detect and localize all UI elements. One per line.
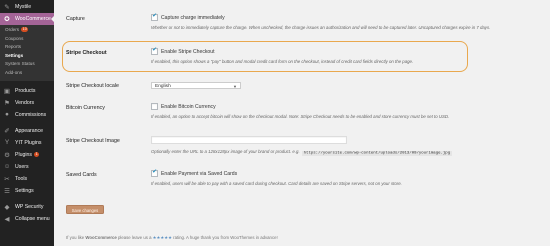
locale-selected-value: English [155, 84, 171, 89]
menu-label: YIT Plugins [15, 139, 42, 146]
submenu-item-add-ons[interactable]: Add-ons [0, 69, 54, 78]
chevron-down-icon: ▼ [233, 84, 237, 89]
checkout-image-description: Optionally enter the URL to a 128x128px … [151, 149, 453, 156]
save-changes-button[interactable]: Save changes [66, 205, 104, 214]
menu-label: Products [15, 87, 36, 94]
menu-label: Mystile [15, 4, 32, 10]
menu-item-products[interactable]: ▣ Products [0, 85, 54, 97]
menu-label: WP Security [15, 203, 44, 210]
collapse-menu-button[interactable]: ◀ Collapse menu [0, 213, 54, 225]
submenu-item-settings[interactable]: Settings [0, 52, 54, 61]
menu-label: Collapse menu [15, 215, 50, 222]
menu-item-woocommerce[interactable]: ✪ WooCommerce [0, 13, 54, 25]
paint-icon: ✎ [4, 4, 10, 11]
checkout-image-example-url: https://yoursite.com/wp-content/uploads/… [301, 150, 453, 156]
stripe-checkout-checkbox[interactable]: ✔ [151, 46, 158, 55]
menu-item-users[interactable]: ☺ Users [0, 161, 54, 173]
plugins-icon: ⚙ [4, 151, 10, 159]
capture-description: Whether or not to immediately capture th… [151, 25, 491, 30]
products-icon: ▣ [3, 87, 11, 95]
plugins-update-badge: 1 [34, 152, 40, 158]
capture-label: Capture [66, 16, 85, 22]
menu-item-commissions[interactable]: ● Commissions [0, 109, 54, 121]
menu-item-tools[interactable]: ✂ Tools [0, 173, 54, 185]
stripe-checkout-control: ✔ Enable Stripe Checkout [151, 46, 215, 55]
menu-label: Settings [15, 187, 34, 194]
menu-item-wp-security[interactable]: ◆ WP Security [0, 201, 54, 213]
locale-select[interactable]: English ▼ [151, 82, 241, 89]
vendors-icon: ⚑ [4, 99, 10, 107]
menu-item-settings[interactable]: ☰ Settings [0, 185, 54, 197]
capture-checkbox[interactable]: ✔ [151, 12, 158, 21]
bitcoin-checkbox-label[interactable]: Enable Bitcoin Currency [161, 104, 216, 110]
footer-text: rating. A huge thank you from WooThemes … [173, 235, 278, 240]
checkout-image-help-text: Optionally enter the URL to a 128x128px … [151, 149, 300, 154]
menu-item-vendors[interactable]: ⚑ Vendors [0, 97, 54, 109]
submenu-label: Orders [5, 27, 20, 32]
menu-item-mystile[interactable]: ✎ Mystile [0, 1, 54, 13]
saved-cards-checkbox-label[interactable]: Enable Payment via Saved Cards [161, 171, 237, 177]
highlight-outline [62, 41, 468, 72]
appearance-icon: ✐ [4, 127, 10, 135]
shield-icon: ◆ [4, 203, 10, 211]
stripe-checkout-checkbox-label[interactable]: Enable Stripe Checkout [161, 49, 215, 55]
bitcoin-description: If enabled, an option to accept bitcoin … [151, 114, 450, 119]
rating-stars-link[interactable]: ★★★★★ [153, 235, 172, 240]
checkout-image-label: Stripe Checkout Image [66, 138, 120, 144]
menu-item-plugins[interactable]: ⚙ Plugins 1 [0, 149, 54, 161]
checkmark-icon: ✔ [152, 12, 157, 19]
footer-text: please leave us a [118, 235, 152, 240]
checkmark-icon: ✔ [152, 168, 157, 175]
woocommerce-submenu: Orders 10 Coupons Reports Settings System… [0, 25, 54, 81]
bitcoin-label: Bitcoin Currency [66, 105, 105, 111]
saved-cards-checkbox[interactable]: ✔ [151, 168, 158, 177]
capture-checkbox-label[interactable]: Capture charge immediately [161, 15, 225, 21]
saved-cards-description: If enabled, users will be able to pay wi… [151, 181, 402, 186]
locale-label: Stripe Checkout locale [66, 83, 119, 89]
stripe-checkout-label: Stripe Checkout [66, 50, 107, 56]
settings-content: Capture ✔ Capture charge immediately Whet… [54, 0, 550, 246]
bitcoin-control: Enable Bitcoin Currency [151, 102, 216, 110]
submenu-item-reports[interactable]: Reports [0, 43, 54, 52]
admin-sidebar: ✎ Mystile ✪ WooCommerce Orders 10 Coupons… [0, 0, 54, 246]
saved-cards-control: ✔ Enable Payment via Saved Cards [151, 168, 237, 177]
menu-item-appearance[interactable]: ✐ Appearance [0, 125, 54, 137]
menu-label: Tools [15, 175, 28, 182]
footer-brand: WooCommerce [85, 235, 117, 240]
menu-label: Appearance [15, 127, 43, 134]
capture-control: ✔ Capture charge immediately [151, 12, 225, 21]
menu-label: WooCommerce [15, 16, 51, 22]
collapse-icon: ◀ [4, 215, 10, 223]
menu-item-yit-plugins[interactable]: Y YIT Plugins [0, 137, 54, 149]
stripe-checkout-description: If enabled, this option shows a "pay" bu… [151, 59, 414, 64]
users-icon: ☺ [3, 163, 11, 171]
footer-text: If you like [66, 235, 85, 240]
checkmark-icon: ✔ [152, 46, 157, 53]
saved-cards-label: Saved Cards [66, 172, 97, 178]
menu-label: Users [15, 163, 29, 170]
menu-label: Vendors [15, 99, 35, 106]
tools-icon: ✂ [4, 175, 10, 183]
settings-icon: ☰ [4, 187, 10, 195]
yit-icon: Y [4, 139, 10, 147]
woo-icon: ✪ [4, 16, 10, 23]
menu-label: Plugins [15, 151, 33, 158]
commissions-icon: ● [5, 111, 9, 119]
checkout-image-input[interactable] [151, 136, 347, 144]
admin-footer: If you like WooCommerce please leave us … [66, 235, 278, 241]
submenu-item-coupons[interactable]: Coupons [0, 35, 54, 44]
bitcoin-checkbox[interactable] [151, 102, 158, 110]
orders-count-badge: 10 [21, 27, 29, 33]
submenu-item-orders[interactable]: Orders 10 [0, 26, 54, 35]
menu-label: Commissions [15, 111, 47, 118]
submenu-item-system-status[interactable]: System Status [0, 60, 54, 69]
